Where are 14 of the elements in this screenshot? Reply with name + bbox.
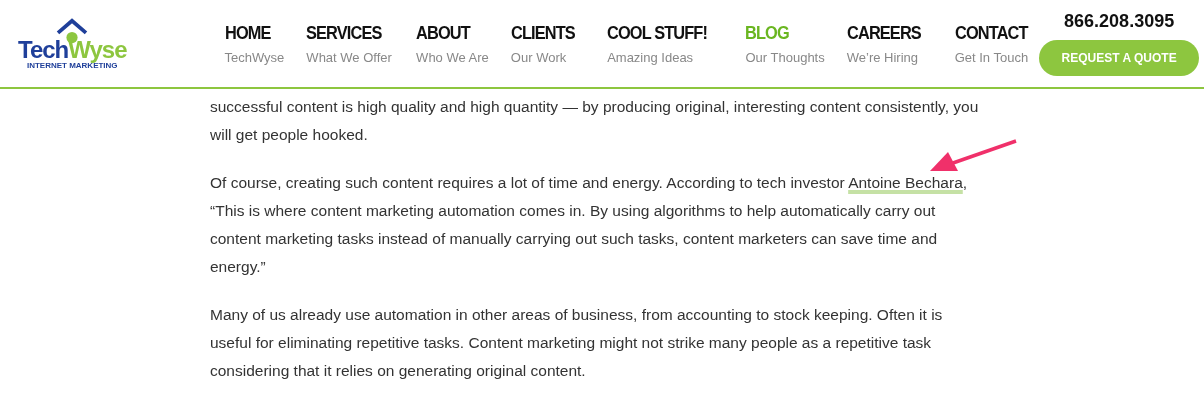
paragraph: Of course, creating such content requires a lot of time and energy. According to tech investor Antoine Bechara, “This is where content marketing automation comes in. By using algorithms to help automatically carry out content marketing tasks instead of manually carrying out such tasks, content marketers can save time and energy.” — [210, 173, 969, 277]
nav-link[interactable]: HOME TechWyse — [224, 22, 285, 65]
nav-link[interactable]: CONTACT Get In Touch — [954, 22, 1040, 65]
paragraph: Many of us already use automation in other areas of business, from accounting to stock keeping. Often it is useful for eliminating repetitive tasks. Content marketing might not strike many people as a repetitive task considering that it relies on generating original content. — [210, 305, 944, 381]
nav-link[interactable]: ABOUT Who We Are — [416, 22, 489, 65]
nav-link[interactable]: CLIENTS Our Work — [510, 22, 586, 65]
nav-link[interactable]: SERVICES What We Offer — [306, 22, 395, 65]
nav-link[interactable]: CAREERS We’re Hiring — [846, 22, 933, 65]
author-link[interactable]: Antoine Bechara — [848, 174, 963, 191]
paragraph: successful content is high quality and high quantity — by producing original, interesting content consistently, you will get people hooked. — [210, 97, 980, 145]
nav-link[interactable]: COOL STUFF! Amazing Ideas — [607, 22, 724, 65]
nav-link[interactable]: BLOG Our Thoughts — [745, 22, 825, 65]
logo-wordmark[interactable]: TechWyse — [18, 39, 127, 61]
phone-number: 866.208.3095 — [1064, 11, 1175, 32]
